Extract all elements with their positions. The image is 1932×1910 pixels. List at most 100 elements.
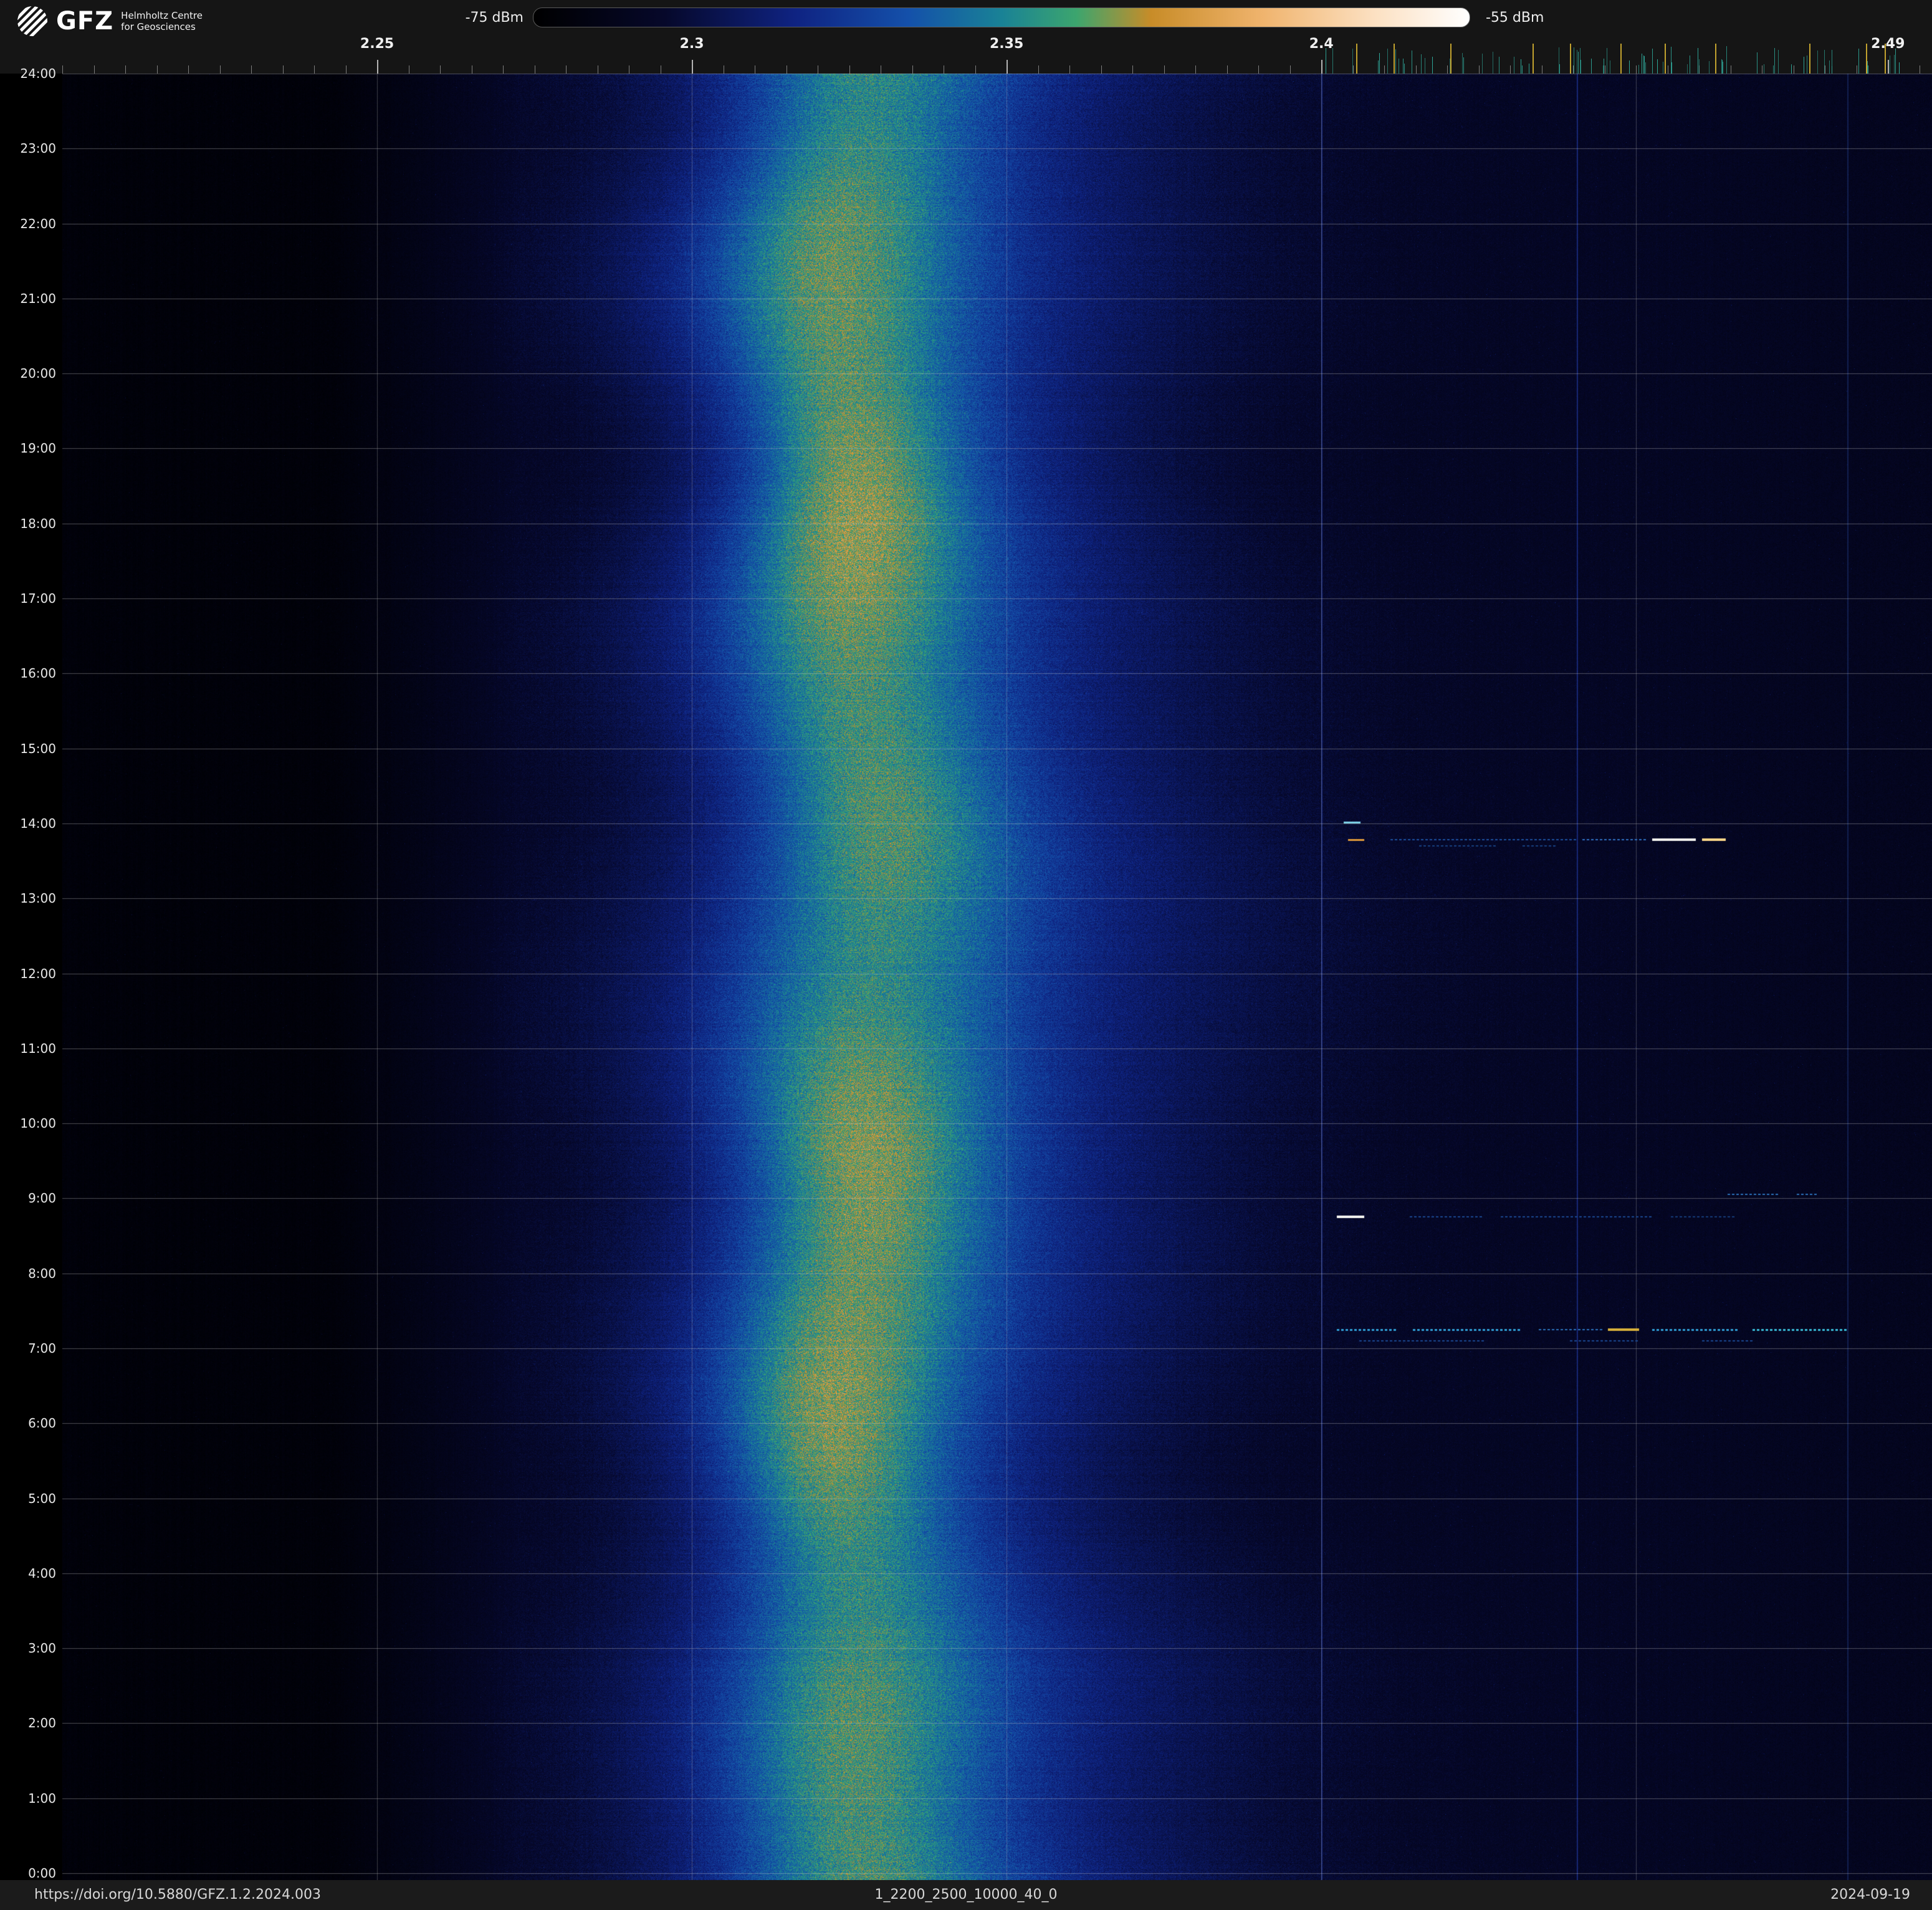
occupancy-tick: [1824, 50, 1825, 74]
occupancy-tick: [1463, 57, 1465, 74]
time-axis-label: 12:00: [20, 966, 56, 981]
occupancy-tick: [1461, 53, 1463, 74]
gfz-globe-icon: [16, 5, 49, 37]
time-axis-label: 7:00: [28, 1340, 56, 1356]
occupancy-tick: [1577, 52, 1579, 74]
freq-minor-tick: [1510, 65, 1511, 74]
freq-axis-label: 2.35: [990, 36, 1024, 52]
occupancy-tick: [1432, 57, 1433, 74]
time-axis-label: 19:00: [20, 441, 56, 456]
occupancy-tick: [1332, 48, 1333, 74]
footer-bar: 1_2200_2500_10000_40_0 https://doi.org/1…: [0, 1880, 1932, 1910]
occupancy-tick: [1726, 46, 1728, 74]
gfz-logo-subtitle: Helmholtz Centre for Geosciences: [121, 10, 203, 32]
occupancy-tick-strong: [1450, 44, 1452, 74]
time-axis-label: 5:00: [28, 1490, 56, 1506]
occupancy-tick: [1772, 65, 1774, 74]
freq-minor-tick: [1195, 65, 1197, 74]
freq-minor-tick: [566, 65, 567, 74]
time-axis-label: 15:00: [20, 741, 56, 756]
occupancy-tick: [1899, 62, 1900, 74]
freq-axis-label: 2.25: [360, 36, 395, 52]
freq-minor-tick: [503, 65, 504, 74]
occupancy-tick: [1894, 55, 1895, 74]
freq-minor-tick: [1258, 65, 1260, 74]
freq-axis-label: 2.49: [1871, 36, 1905, 52]
freq-axis-label: 2.4: [1309, 36, 1334, 52]
time-axis-label: 6:00: [28, 1416, 56, 1431]
colorbar-gradient: [533, 7, 1470, 27]
occupancy-tick: [1379, 53, 1380, 74]
time-axis-label: 9:00: [28, 1191, 56, 1206]
occupancy-tick: [1867, 61, 1868, 74]
occupancy-tick: [1858, 49, 1860, 74]
freq-minor-tick: [1447, 65, 1448, 74]
occupancy-tick-strong: [1570, 44, 1572, 74]
time-axis-label: 4:00: [28, 1565, 56, 1581]
freq-minor-tick: [282, 65, 284, 74]
freq-minor-tick: [314, 65, 315, 74]
freq-minor-tick: [1069, 65, 1071, 74]
occupancy-tick: [1352, 49, 1353, 74]
freq-minor-tick: [377, 60, 379, 74]
freq-minor-tick: [1289, 65, 1291, 74]
occupancy-tick-strong: [1885, 44, 1887, 74]
time-axis-label: 13:00: [20, 891, 56, 906]
time-axis-label: 0:00: [28, 1866, 56, 1881]
time-axis-label: 3:00: [28, 1641, 56, 1656]
occupancy-tick-strong: [1714, 44, 1716, 74]
occupancy-tick: [1404, 64, 1405, 74]
freq-minor-tick: [345, 65, 347, 74]
time-axis-label: 8:00: [28, 1265, 56, 1281]
occupancy-tick: [1829, 60, 1830, 74]
occupancy-tick: [1895, 49, 1896, 74]
occupancy-tick-strong: [1532, 44, 1534, 74]
freq-minor-tick: [1384, 65, 1385, 74]
freq-minor-tick: [62, 65, 63, 74]
freq-minor-tick: [93, 65, 95, 74]
colorbar-min-label: -75 dBm: [465, 10, 524, 26]
freq-minor-tick: [1038, 65, 1039, 74]
occupancy-tick: [1671, 62, 1672, 74]
occupancy-tick: [1378, 60, 1379, 74]
freq-minor-tick: [125, 65, 126, 74]
occupancy-tick: [1579, 48, 1581, 74]
occupancy-tick: [1778, 50, 1779, 74]
freq-minor-tick: [1352, 65, 1354, 74]
gfz-logo-subtitle-line1: Helmholtz Centre: [121, 10, 203, 21]
occupancy-tick: [1708, 61, 1710, 74]
occupancy-tick-strong: [1394, 44, 1395, 74]
time-axis-label: 22:00: [20, 216, 56, 231]
freq-minor-tick: [156, 65, 158, 74]
occupancy-tick: [1482, 54, 1483, 74]
occupancy-tick: [1686, 64, 1688, 74]
occupancy-tick: [1652, 49, 1653, 74]
gfz-logo-subtitle-line2: for Geosciences: [121, 21, 196, 32]
time-axis-label: 21:00: [20, 290, 56, 306]
doi-link[interactable]: https://doi.org/10.5880/GFZ.1.2.2024.003: [34, 1887, 321, 1903]
occupancy-tick: [1791, 65, 1792, 74]
time-axis-label: 18:00: [20, 516, 56, 531]
time-axis-label: 20:00: [20, 366, 56, 382]
time-axis-label: 10:00: [20, 1116, 56, 1131]
freq-minor-tick: [440, 65, 441, 74]
occupancy-tick: [1645, 62, 1646, 74]
freq-minor-tick: [1007, 60, 1008, 74]
freq-minor-tick: [849, 65, 850, 74]
freq-minor-tick: [1636, 65, 1637, 74]
time-axis-label: 23:00: [20, 141, 56, 156]
freq-minor-tick: [1132, 65, 1134, 74]
occupancy-tick: [1629, 60, 1630, 74]
occupancy-tick-strong: [1809, 44, 1811, 74]
freq-minor-tick: [692, 60, 694, 74]
occupancy-tick: [1638, 65, 1639, 74]
time-axis-label: 17:00: [20, 591, 56, 607]
occupancy-tick: [1657, 59, 1658, 74]
occupancy-tick: [1774, 48, 1775, 74]
occupancy-tick: [1521, 65, 1523, 74]
time-axis-label: 1:00: [28, 1790, 56, 1806]
header-bar: GFZ Helmholtz Centre for Geosciences -75…: [0, 0, 1932, 74]
occupancy-tick-strong: [1620, 44, 1622, 74]
occupancy-tick: [1721, 60, 1723, 74]
footer-date: 2024-09-19: [1830, 1887, 1910, 1903]
